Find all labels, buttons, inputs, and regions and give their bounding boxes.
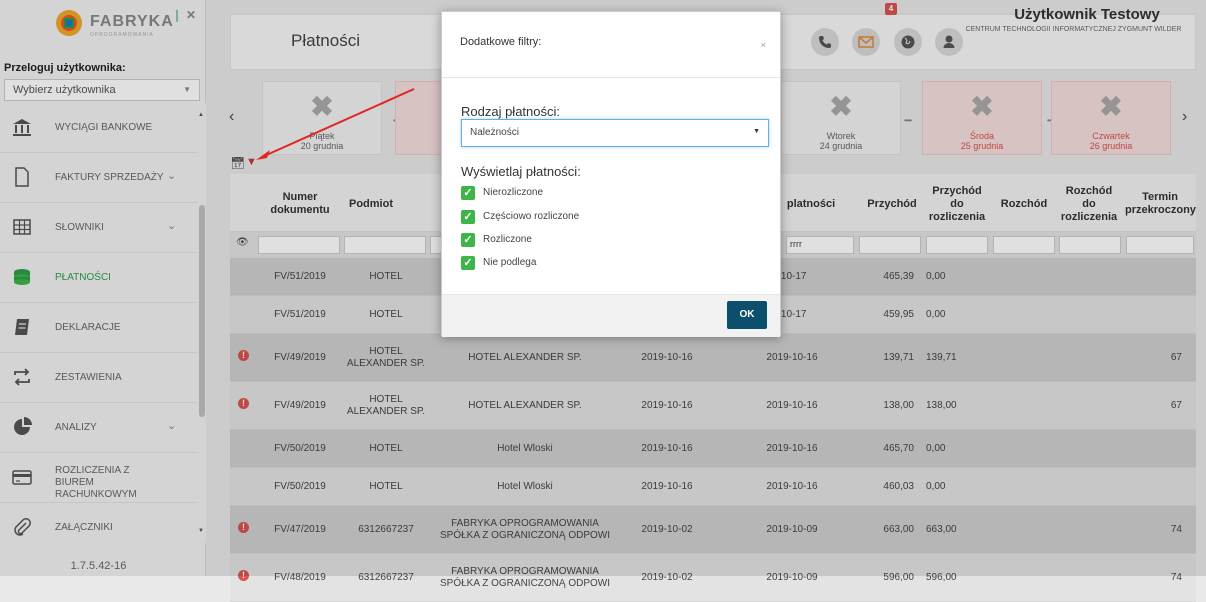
annotation-arrow — [256, 88, 415, 160]
